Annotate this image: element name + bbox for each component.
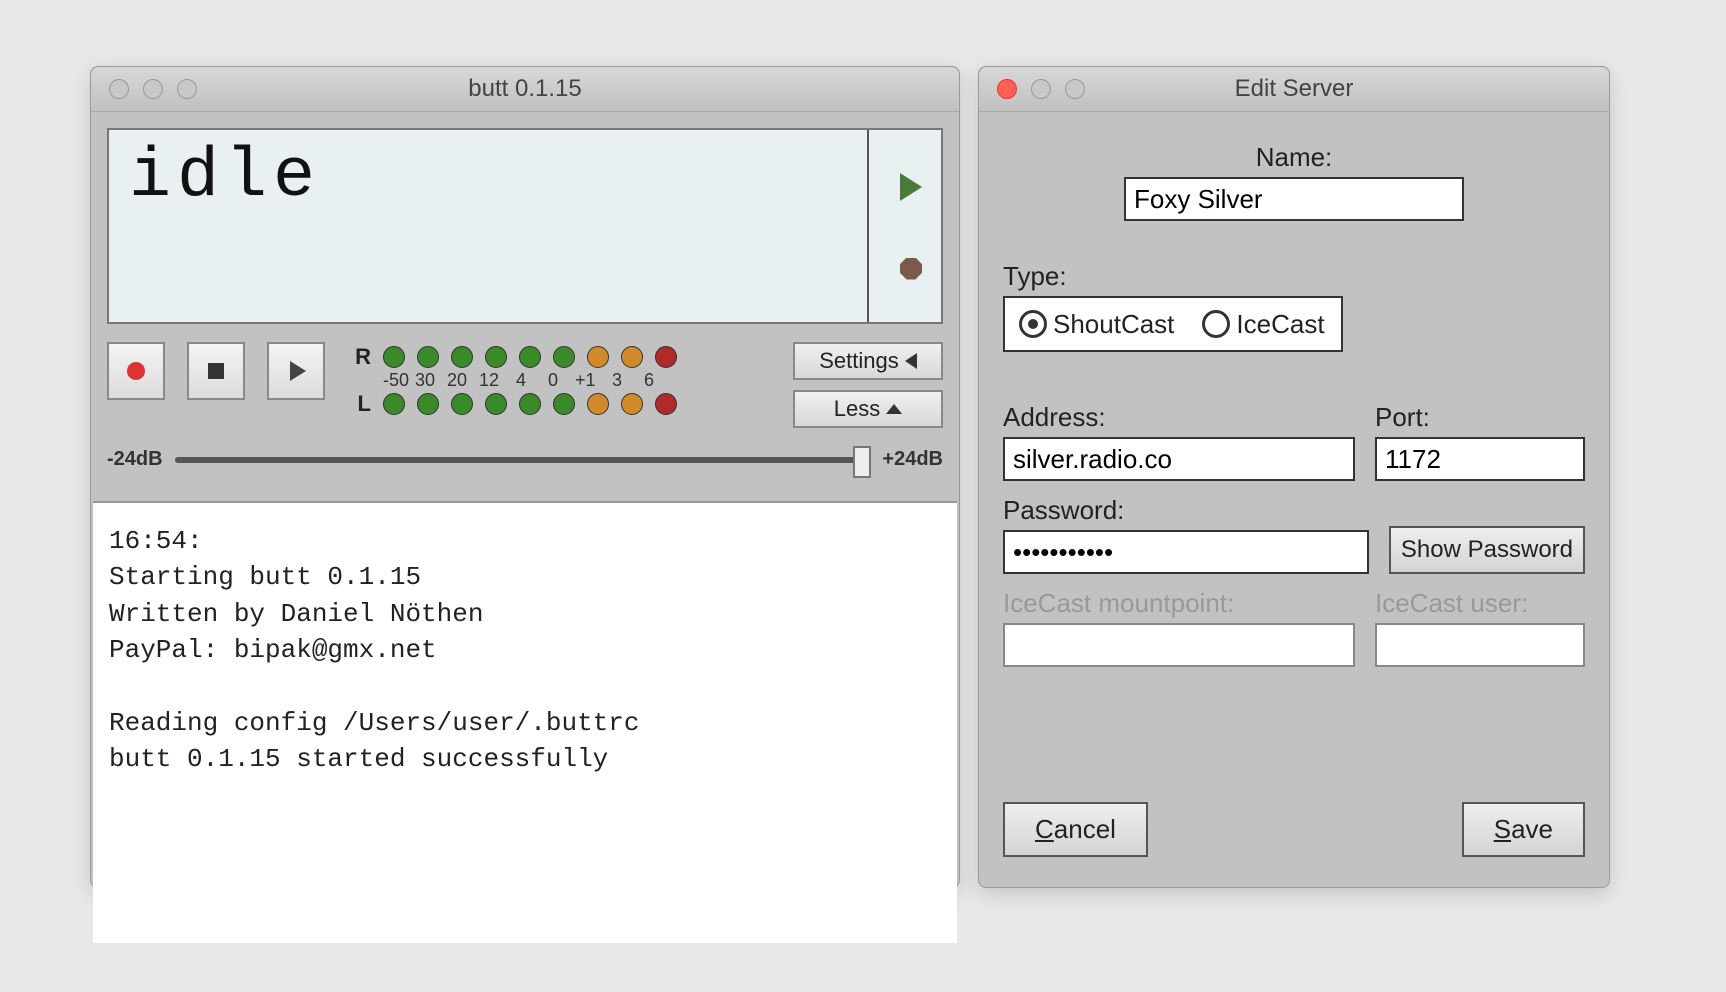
cancel-button[interactable]: Cancel	[1003, 802, 1148, 857]
type-label: Type:	[1003, 261, 1585, 292]
settings-button[interactable]: Settings	[793, 342, 943, 380]
dialog-titlebar: Edit Server	[979, 67, 1609, 112]
save-rest: ave	[1511, 814, 1553, 844]
traffic-lights-dialog	[979, 79, 1085, 99]
port-input[interactable]	[1375, 437, 1585, 481]
edit-server-dialog: Edit Server Name: Type: ShoutCast IceCas…	[978, 66, 1610, 888]
meter-scale: -5030201240+136	[383, 370, 771, 391]
main-window: butt 0.1.15 idle R -5030201240+136 L	[90, 66, 960, 888]
channel-left-label: L	[347, 391, 371, 417]
main-window-title: butt 0.1.15	[91, 75, 959, 103]
icecast-user-label: IceCast user:	[1375, 588, 1585, 619]
password-label: Password:	[1003, 495, 1369, 526]
log-output: 16:54: Starting butt 0.1.15 Written by D…	[93, 501, 957, 943]
play-icon	[290, 361, 306, 381]
traffic-lights-main	[91, 79, 197, 99]
close-icon[interactable]	[997, 79, 1017, 99]
password-input[interactable]	[1003, 530, 1369, 574]
gain-min-label: -24dB	[107, 448, 163, 471]
zoom-icon[interactable]	[177, 79, 197, 99]
save-button[interactable]: Save	[1462, 802, 1585, 857]
record-icon	[127, 362, 145, 380]
gain-max-label: +24dB	[882, 448, 943, 471]
stream-play-icon[interactable]	[900, 173, 922, 201]
gain-slider[interactable]	[175, 457, 871, 463]
radio-icon	[1019, 310, 1047, 338]
address-label: Address:	[1003, 402, 1355, 433]
stop-button[interactable]	[187, 342, 245, 400]
zoom-icon[interactable]	[1065, 79, 1085, 99]
less-button[interactable]: Less	[793, 390, 943, 428]
show-password-button[interactable]: Show Password	[1389, 526, 1585, 574]
chevron-left-icon	[905, 353, 917, 369]
icecast-mount-label: IceCast mountpoint:	[1003, 588, 1355, 619]
icecast-mount-input	[1003, 623, 1355, 667]
icecast-user-input	[1375, 623, 1585, 667]
type-radio-group: ShoutCast IceCast	[1003, 296, 1343, 352]
minimize-icon[interactable]	[1031, 79, 1051, 99]
stream-record-icon[interactable]	[900, 258, 922, 280]
record-button[interactable]	[107, 342, 165, 400]
cancel-rest: ancel	[1054, 814, 1116, 844]
port-label: Port:	[1375, 402, 1585, 433]
name-label: Name:	[1003, 142, 1585, 173]
lcd-side-icons	[881, 130, 941, 322]
minimize-icon[interactable]	[143, 79, 163, 99]
radio-icecast[interactable]: IceCast	[1202, 309, 1324, 340]
gain-slider-row: -24dB +24dB	[107, 448, 943, 471]
vu-meter: R -5030201240+136 L	[347, 342, 771, 417]
channel-right-label: R	[347, 344, 371, 370]
play-button[interactable]	[267, 342, 325, 400]
less-label: Less	[834, 396, 880, 422]
settings-label: Settings	[819, 348, 899, 374]
address-input[interactable]	[1003, 437, 1355, 481]
main-titlebar: butt 0.1.15	[91, 67, 959, 112]
gain-thumb[interactable]	[853, 446, 871, 478]
chevron-up-icon	[886, 404, 902, 414]
meter-dots-right	[383, 346, 677, 368]
radio-shoutcast[interactable]: ShoutCast	[1019, 309, 1174, 340]
lcd-display: idle	[107, 128, 943, 324]
close-icon[interactable]	[109, 79, 129, 99]
lcd-status-text: idle	[109, 130, 869, 322]
radio-icon	[1202, 310, 1230, 338]
stop-icon	[208, 363, 224, 379]
name-input[interactable]	[1124, 177, 1464, 221]
meter-dots-left	[383, 393, 677, 415]
